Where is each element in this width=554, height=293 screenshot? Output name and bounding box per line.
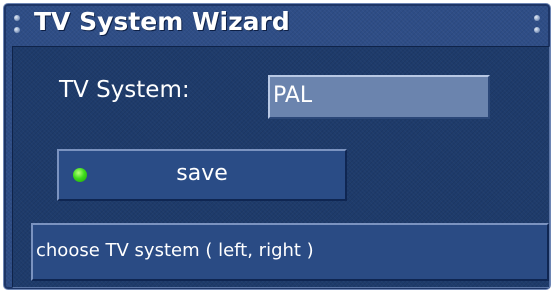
window-title: TV System Wizard [34, 7, 290, 36]
help-text: choose TV system ( left, right ) [36, 240, 314, 261]
save-button[interactable]: save [57, 149, 347, 201]
tv-system-selector[interactable]: PAL [268, 75, 490, 119]
title-bar: TV System Wizard [12, 6, 542, 42]
content-panel: TV System: PAL save choose TV system ( l… [12, 46, 550, 288]
screw-icon [14, 27, 20, 33]
screw-icon [14, 15, 20, 21]
screw-icon [534, 15, 540, 21]
screw-icon [534, 27, 540, 33]
tv-system-label: TV System: [59, 77, 190, 103]
tv-system-wizard-window: TV System Wizard TV System: PAL save cho… [3, 3, 551, 290]
help-box: choose TV system ( left, right ) [31, 223, 549, 281]
save-button-label: save [176, 161, 228, 186]
